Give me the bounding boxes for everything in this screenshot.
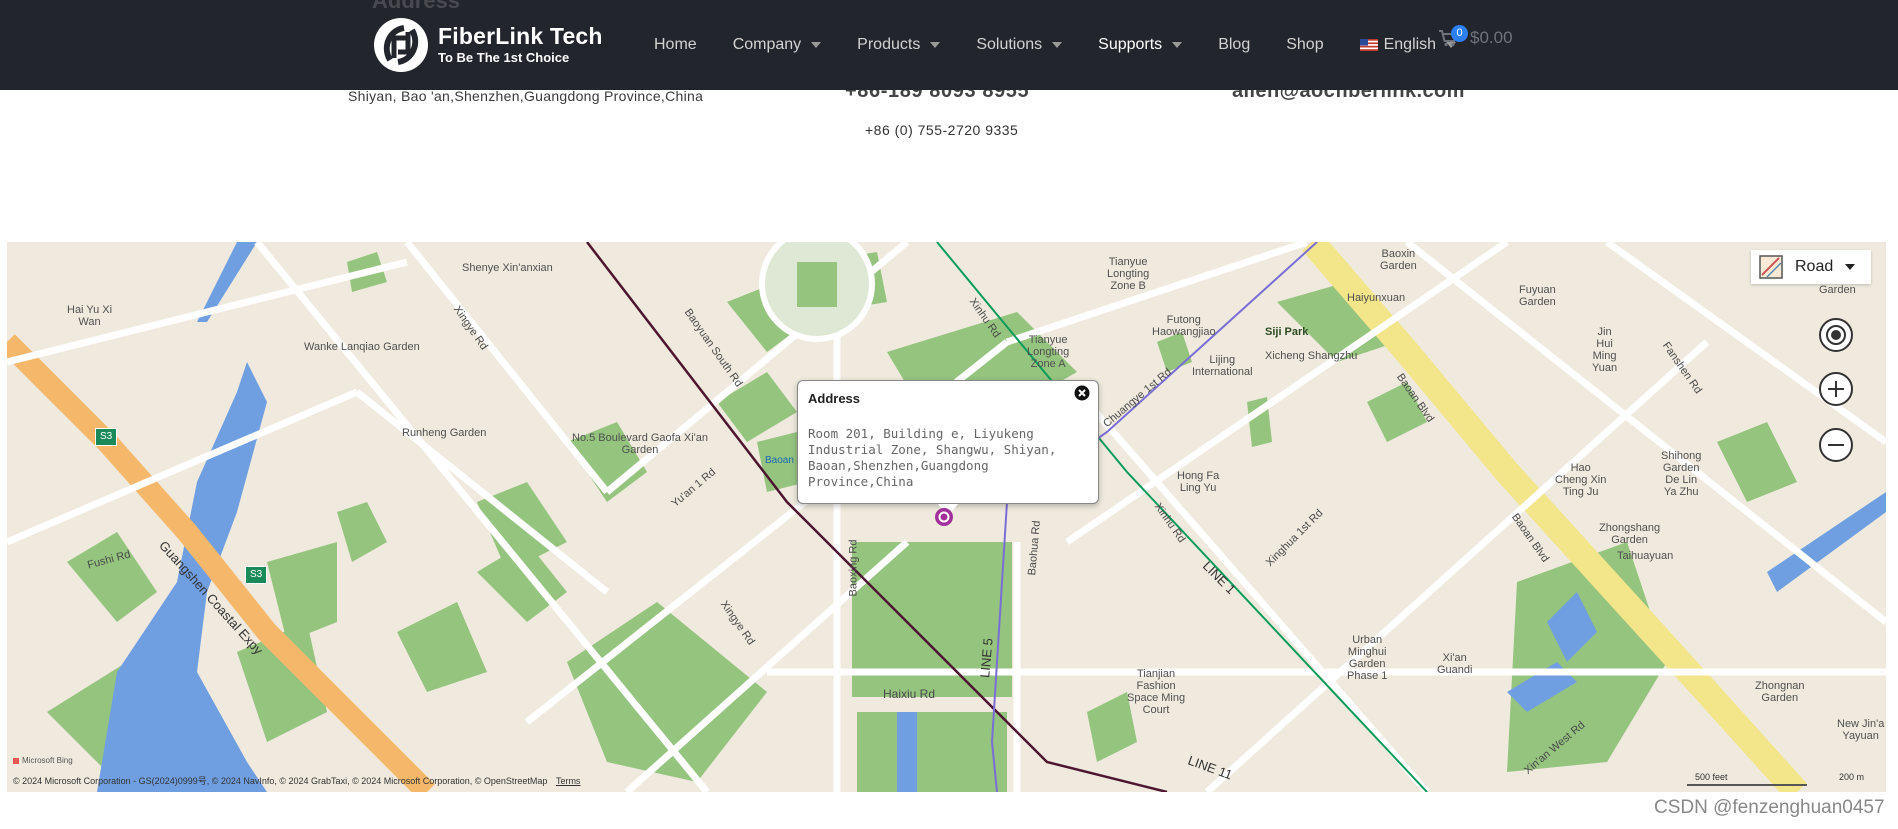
nav-home[interactable]: Home [654, 0, 697, 90]
map-label: Hao Cheng Xin Ting Ju [1555, 462, 1607, 498]
us-flag-icon [1359, 39, 1378, 51]
csdn-watermark: CSDN @fenzenghuan0457 [1654, 797, 1885, 818]
cart-count-badge: 0 [1451, 25, 1468, 42]
infobox-body: Room 201, Building e, Liyukeng Industria… [808, 426, 1057, 489]
map-label: Urban Minghui Garden Phase 1 [1347, 634, 1388, 682]
close-icon[interactable] [1074, 385, 1090, 401]
nav-company[interactable]: Company [732, 0, 822, 90]
locate-icon [1826, 325, 1846, 345]
map-style-label: Road [1795, 258, 1834, 275]
brand-name: FiberLink Tech [438, 23, 603, 49]
terms-link[interactable]: Terms [556, 776, 581, 786]
map-label: Hai Yu Xi Wan [67, 304, 113, 328]
brand-slogan: To Be The 1st Choice [438, 50, 570, 65]
map-label: Taihuayuan [1617, 550, 1674, 562]
map-label: Fuyuan Garden [1519, 284, 1556, 308]
scale-bar [1687, 782, 1807, 786]
language-label: English [1383, 36, 1437, 53]
nav-solutions-label: Solutions [976, 36, 1043, 53]
highway-shield: S3 [95, 428, 118, 446]
map-label: Futong Haowangjiao [1152, 314, 1216, 338]
infobox-title: Address [808, 391, 861, 406]
zoom-out-button[interactable] [1819, 428, 1853, 462]
map-label: No.5 Boulevard Gaofa Xi'an Garden [572, 432, 709, 456]
map-label: Jin Hui Ming Yuan [1592, 326, 1618, 374]
nav-blog[interactable]: Blog [1218, 0, 1250, 90]
map-label: Lijing International [1192, 354, 1253, 378]
locate-me-button[interactable] [1819, 318, 1853, 352]
nav-supports[interactable]: Supports [1098, 0, 1183, 90]
map-label: Hong Fa Ling Yu [1177, 470, 1220, 494]
highway-shield: S3 [245, 566, 268, 584]
map-label: Baoxing Rd [847, 539, 860, 597]
location-pin-icon[interactable] [934, 507, 954, 527]
nav-products-label: Products [857, 36, 921, 53]
scale-meters: 200 m [1839, 772, 1865, 782]
map-label: Siji Park [1265, 326, 1309, 338]
bing-label: Microsoft Bing [22, 756, 73, 765]
map-label: LINE 5 [977, 637, 996, 679]
map-canvas[interactable]: Shenye Xin'anxian Hai Yu Xi Wan Wanke La… [7, 242, 1886, 792]
map-label: Haixiu Rd [883, 687, 936, 701]
nav-products[interactable]: Products [857, 0, 941, 90]
nav-solutions[interactable]: Solutions [976, 0, 1063, 90]
road-map-icon [1759, 255, 1783, 279]
cart-total: $0.00 [1470, 28, 1513, 47]
chevron-down-icon [1845, 264, 1856, 270]
address-infobox: Address Room 201, Building e, Liyukeng I… [797, 380, 1099, 516]
map-label: New Jin'a Yayuan [1837, 718, 1885, 742]
map-label: Shihong Garden De Lin Ya Zhu [1661, 450, 1702, 498]
attribution-text: © 2024 Microsoft Corporation - GS(2024)0… [13, 776, 548, 786]
map-attribution: © 2024 Microsoft Corporation - GS(2024)0… [13, 774, 580, 787]
nav-shop[interactable]: Shop [1286, 0, 1323, 90]
cart-button[interactable]: 0 $0.00 [1438, 25, 1513, 48]
map-label: Tianjian Fashion Space Ming Court [1127, 668, 1186, 716]
main-nav: Home Company Products Solutions Supports… [654, 0, 1492, 90]
zoom-in-button[interactable] [1819, 372, 1853, 406]
map-label: Xi'an Guandi [1437, 652, 1473, 676]
chevron-down-icon [930, 42, 941, 48]
nav-supports-label: Supports [1098, 36, 1163, 53]
chevron-down-icon [1172, 42, 1183, 48]
map-label: Zhongnan Garden [1755, 680, 1805, 704]
map-label: Wanke Lanqiao Garden [304, 341, 420, 353]
nav-company-label: Company [732, 36, 802, 53]
map-label: Shenye Xin'anxian [462, 262, 553, 274]
contact-phone-secondary[interactable]: +86 (0) 755-2720 9335 [865, 122, 1018, 138]
map-label: Runheng Garden [402, 427, 487, 439]
ghost-heading: Address [372, 0, 461, 13]
site-header: Address FiberLink Tech To Be The 1st Cho… [0, 0, 1898, 90]
nav-home-label: Home [654, 36, 697, 53]
scale-feet: 500 feet [1695, 772, 1728, 782]
brand-logo[interactable]: FiberLink Tech To Be The 1st Choice [372, 16, 603, 74]
map-label: Tianyue Longting Zone B [1107, 256, 1150, 292]
map-label: Baoan [765, 455, 794, 466]
chevron-down-icon [1052, 42, 1063, 48]
contact-address: Shiyan, Bao 'an,Shenzhen,Guangdong Provi… [348, 88, 704, 104]
logo-icon [374, 18, 428, 72]
nav-shop-label: Shop [1286, 36, 1324, 53]
map-label: Haiyunxuan [1347, 292, 1406, 304]
map-style-selector[interactable]: Road [1751, 250, 1871, 284]
page: Address FiberLink Tech To Be The 1st Cho… [0, 0, 1898, 829]
map-label: Xicheng Shangzhu [1265, 350, 1358, 362]
map-label: Baoxin Garden [1380, 248, 1417, 272]
map-label: Zhongshang Garden [1599, 522, 1661, 546]
chevron-down-icon [811, 42, 822, 48]
bing-logo: Microsoft Bing [13, 756, 73, 765]
map-label: Tianyue Longting Zone A [1027, 334, 1070, 370]
nav-blog-label: Blog [1218, 36, 1251, 53]
minus-icon [1828, 444, 1844, 446]
plus-icon [1828, 381, 1844, 397]
